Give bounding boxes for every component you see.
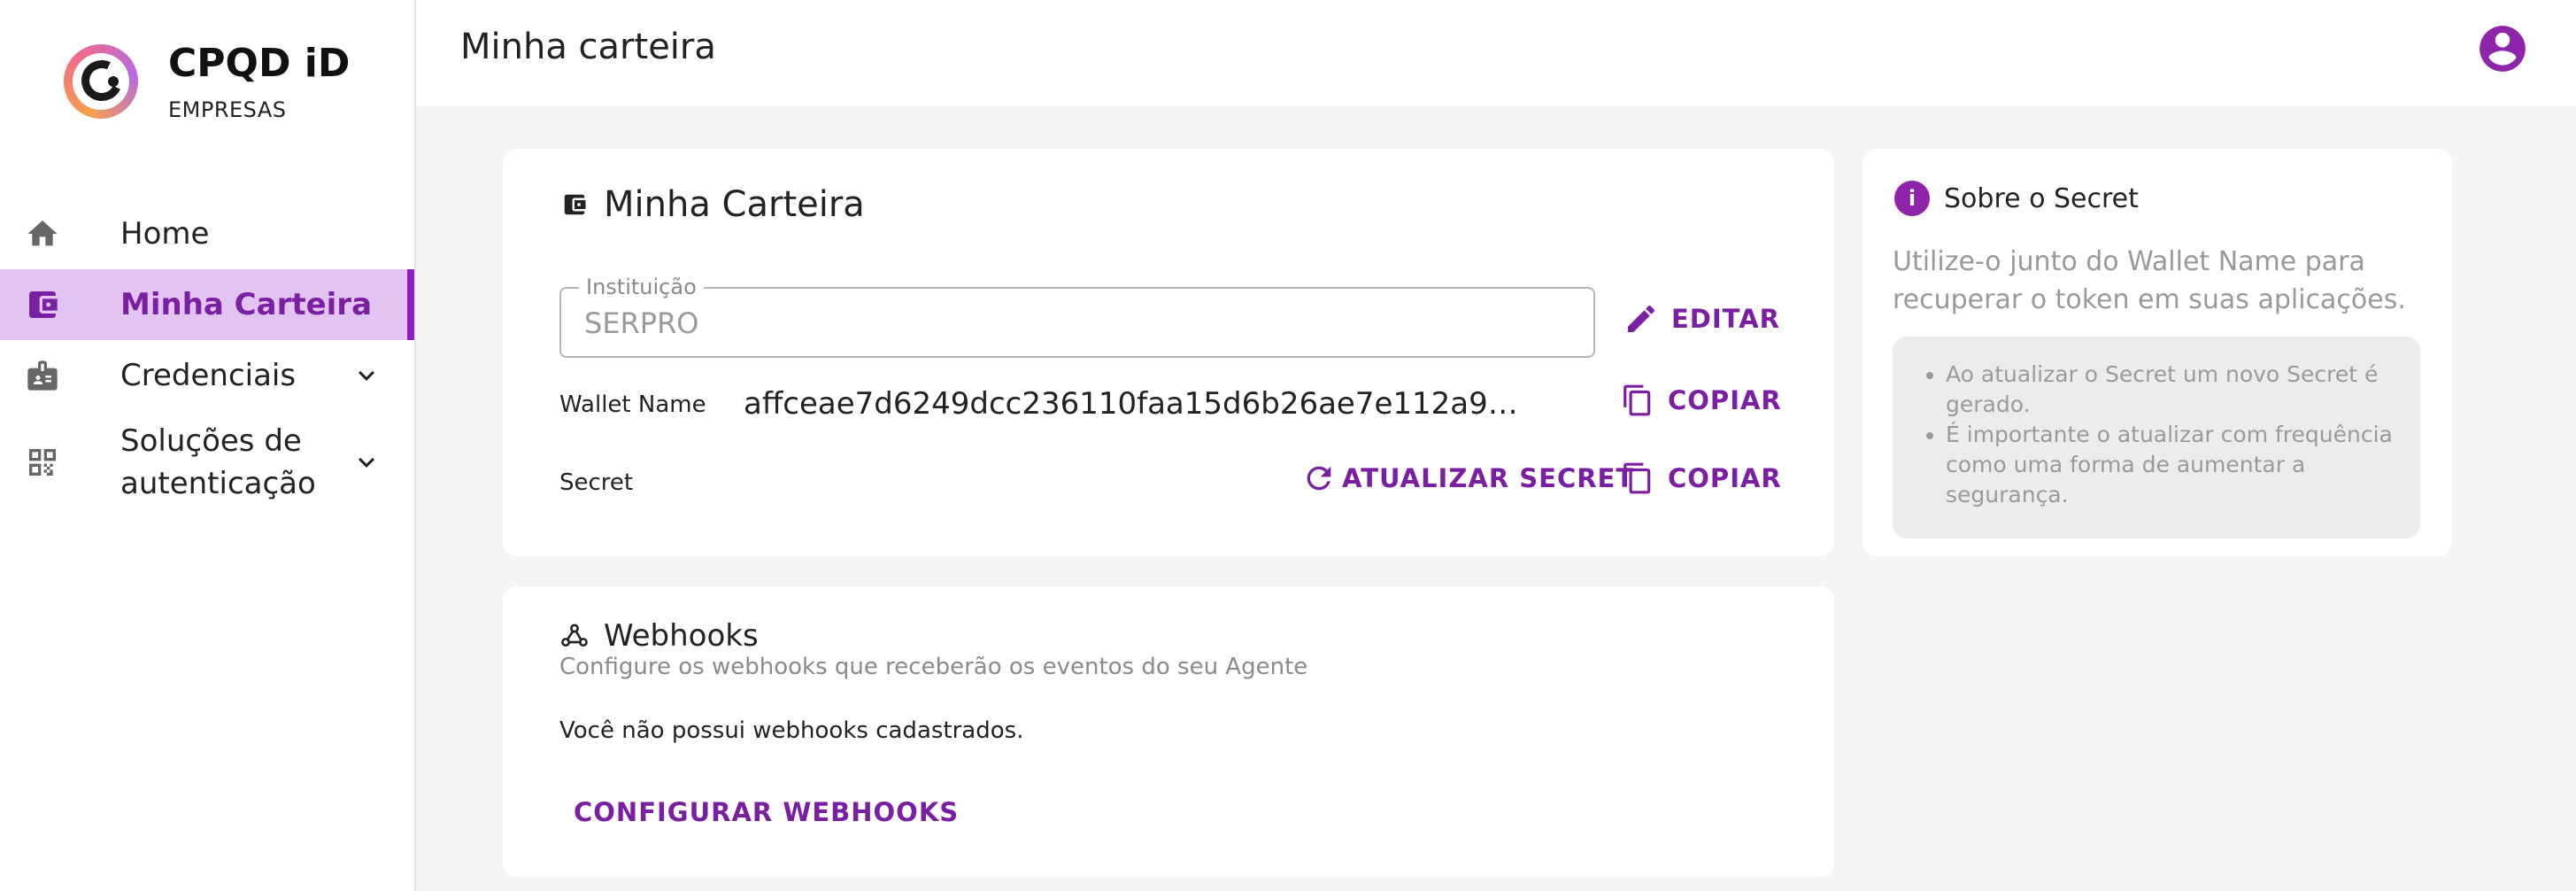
institution-field[interactable]: Instituição bbox=[559, 275, 1595, 358]
wallet-name-value: affceae7d6249dcc236110faa15d6b26ae7e112a… bbox=[744, 386, 1523, 422]
copy-wallet-name-button[interactable]: COPIAR bbox=[1620, 383, 1782, 418]
webhooks-card: Webhooks Configure os webhooks que receb… bbox=[503, 586, 1834, 877]
wallet-card: Minha Carteira Instituição EDITAR Wallet… bbox=[503, 149, 1834, 556]
webhooks-subtitle: Configure os webhooks que receberão os e… bbox=[559, 654, 1308, 680]
copy-icon bbox=[1620, 461, 1655, 496]
webhooks-title-text: Webhooks bbox=[604, 618, 759, 654]
info-bullet: É importante o atualizar com frequência … bbox=[1946, 420, 2402, 510]
institution-label: Instituição bbox=[579, 275, 704, 299]
pencil-icon bbox=[1623, 301, 1659, 337]
wallet-icon bbox=[25, 287, 60, 322]
copy-secret-button[interactable]: COPIAR bbox=[1620, 461, 1782, 496]
wallet-name-label: Wallet Name bbox=[559, 391, 706, 418]
sidebar-item-label: Soluções de autenticação bbox=[120, 423, 316, 501]
configure-webhooks-label: CONFIGURAR WEBHOOKS bbox=[574, 797, 960, 827]
info-icon: i bbox=[1894, 181, 1930, 216]
info-text: Utilize-o junto do Wallet Name para recu… bbox=[1893, 246, 2406, 315]
info-title: i Sobre o Secret bbox=[1894, 181, 2139, 216]
sidebar: CPQD iD EMPRESAS Home Minha Carteira Cre… bbox=[0, 0, 416, 891]
sidebar-item-label: Credenciais bbox=[120, 358, 297, 393]
sidebar-item-solucoes-autenticacao[interactable]: Soluções de autenticação bbox=[0, 411, 414, 514]
edit-button[interactable]: EDITAR bbox=[1623, 301, 1780, 337]
brand-subtitle: EMPRESAS bbox=[168, 97, 287, 122]
chevron-down-icon[interactable] bbox=[351, 446, 382, 478]
info-title-text: Sobre o Secret bbox=[1944, 182, 2139, 214]
institution-input[interactable] bbox=[584, 306, 1558, 340]
copy-label: COPIAR bbox=[1668, 463, 1782, 493]
sidebar-item-label: Home bbox=[120, 216, 210, 252]
edit-label: EDITAR bbox=[1671, 304, 1780, 334]
webhooks-empty-text: Você não possui webhooks cadastrados. bbox=[559, 717, 1024, 744]
sidebar-item-label: Minha Carteira bbox=[120, 287, 373, 322]
home-icon bbox=[25, 216, 60, 252]
badge-icon bbox=[25, 358, 60, 393]
qr-code-icon bbox=[25, 445, 60, 480]
sidebar-item-credenciais[interactable]: Credenciais bbox=[0, 340, 414, 411]
secret-label: Secret bbox=[559, 469, 634, 496]
copy-label: COPIAR bbox=[1668, 385, 1782, 415]
chevron-down-icon[interactable] bbox=[351, 360, 382, 391]
copy-icon bbox=[1620, 383, 1655, 418]
update-secret-button[interactable]: ATUALIZAR SECRET bbox=[1301, 461, 1634, 496]
brand-name: CPQD iD bbox=[168, 41, 351, 86]
account-circle-icon[interactable] bbox=[2475, 21, 2530, 76]
info-bullet: Ao atualizar o Secret um novo Secret é g… bbox=[1946, 360, 2402, 420]
wallet-icon bbox=[559, 190, 590, 220]
update-secret-label: ATUALIZAR SECRET bbox=[1342, 463, 1635, 493]
page-title: Minha carteira bbox=[460, 27, 716, 67]
configure-webhooks-button[interactable]: CONFIGURAR WEBHOOKS bbox=[574, 797, 959, 827]
sidebar-nav: Home Minha Carteira Credenciais Soluções… bbox=[0, 198, 414, 514]
refresh-icon bbox=[1301, 461, 1337, 496]
wallet-card-title: Minha Carteira bbox=[559, 184, 865, 225]
top-bar: Minha carteira bbox=[416, 0, 2576, 106]
cpqd-logo bbox=[64, 44, 138, 119]
webhooks-card-title: Webhooks bbox=[559, 618, 759, 654]
secret-info-card: i Sobre o Secret Utilize-o junto do Wall… bbox=[1863, 149, 2452, 556]
webhook-icon bbox=[559, 621, 590, 651]
sidebar-item-home[interactable]: Home bbox=[0, 198, 414, 269]
brand[interactable]: CPQD iD EMPRESAS bbox=[64, 41, 351, 122]
info-bullets-box: Ao atualizar o Secret um novo Secret é g… bbox=[1893, 337, 2420, 538]
sidebar-item-minha-carteira[interactable]: Minha Carteira bbox=[0, 269, 414, 340]
wallet-title-text: Minha Carteira bbox=[604, 184, 865, 225]
